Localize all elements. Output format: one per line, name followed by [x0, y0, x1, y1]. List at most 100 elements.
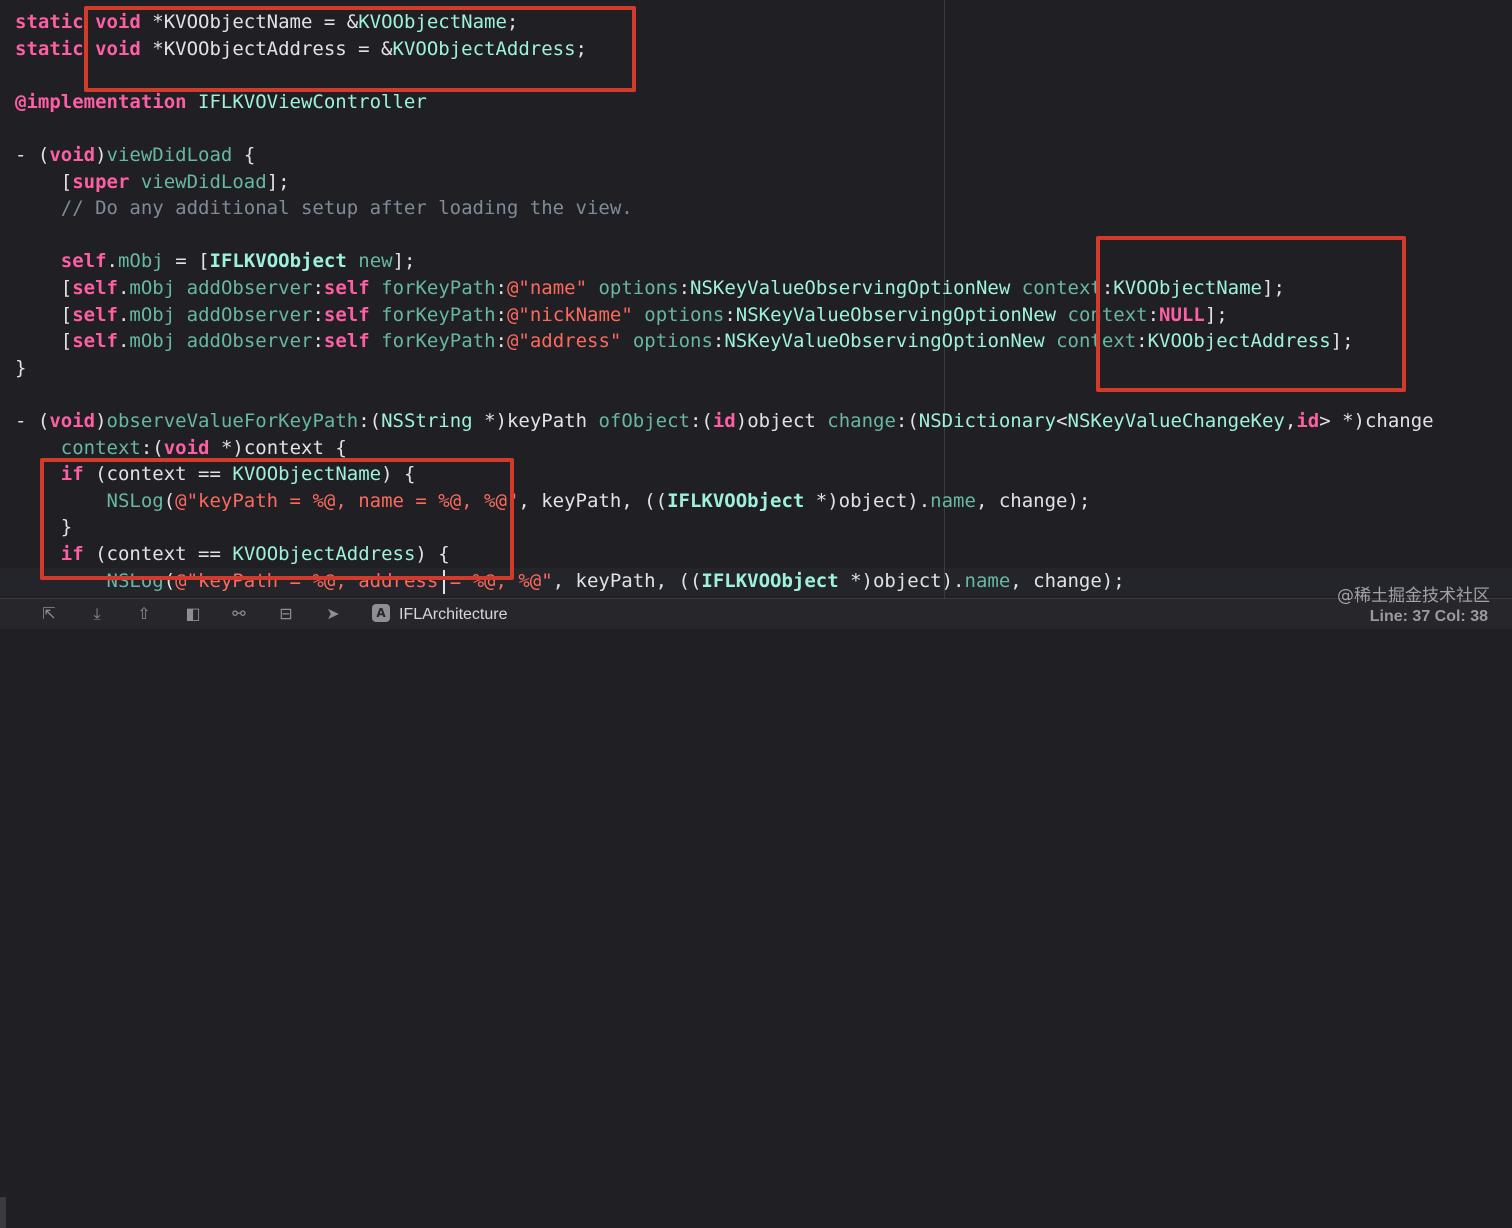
step-into-icon[interactable]: ⇧ [133, 603, 155, 625]
code-token: - ( [15, 144, 50, 166]
code-token: options [598, 277, 679, 299]
code-token: NULL [1159, 303, 1205, 326]
code-token: IFLKVOObject [667, 489, 816, 512]
code-token: *KVOObjectAddress = & [152, 37, 393, 60]
code-line[interactable]: NSLog(@"keyPath = %@, name = %@, %@", ke… [15, 488, 1091, 514]
code-line[interactable]: } [15, 514, 72, 540]
code-token: . [117, 330, 130, 353]
code-token: ofObject [598, 410, 690, 432]
code-token: ) { [415, 543, 450, 565]
code-line[interactable]: // Do any additional setup after loading… [15, 195, 633, 221]
step-over-icon[interactable]: ⤓ [86, 603, 108, 625]
code-token: : [678, 277, 691, 299]
debug-bar: ⇱ ⤓ ⇧ ◧ ⚯ ⊟ ➤ A IFLArchitecture Line: 37… [0, 598, 1512, 1228]
cursor-position: Line: 37 Col: 38 [1369, 608, 1488, 625]
code-token: @"address" [506, 330, 633, 353]
code-token: NSKeyValueObservingOptionNew [735, 303, 1068, 326]
code-token: if [60, 543, 96, 565]
code-line[interactable]: [self.mObj addObserver:self forKeyPath:@… [15, 302, 1228, 328]
code-line[interactable]: static void *KVOObjectAddress = &KVOObje… [15, 36, 587, 62]
code-token: : [312, 330, 324, 353]
code-token: mObj [129, 303, 187, 326]
code-token: *)object). [850, 569, 965, 592]
code-token: [ [15, 303, 73, 326]
code-token: id [712, 410, 736, 432]
code-token: id [1296, 410, 1320, 432]
code-line[interactable]: - (void)observeValueForKeyPath:(NSString… [15, 408, 1434, 434]
breakpoint-continue-icon[interactable]: ⇱ [38, 603, 60, 625]
code-token: (context == [95, 463, 233, 486]
code-token: : [495, 330, 507, 353]
code-token: // Do any additional setup after loading… [15, 197, 633, 220]
code-line[interactable]: if (context == KVOObjectAddress) { [15, 541, 450, 567]
code-token: ; [575, 37, 587, 60]
code-token: : [1101, 277, 1114, 299]
debug-view-hierarchy-icon[interactable]: ◧ [182, 603, 204, 625]
code-token: void [49, 410, 96, 432]
code-token: super [72, 170, 141, 193]
text-caret [443, 570, 445, 594]
code-line[interactable]: NSLog(@"keyPath = %@, address = %@, %@",… [15, 568, 1125, 594]
code-token: NSDictionary [918, 410, 1057, 432]
code-line[interactable]: [self.mObj addObserver:self forKeyPath:@… [15, 328, 1354, 354]
code-line[interactable]: @implementation IFLKVOViewController [15, 89, 427, 115]
code-line[interactable]: [self.mObj addObserver:self forKeyPath:@… [15, 275, 1285, 301]
code-token: :( [140, 436, 164, 459]
code-token: :( [895, 410, 919, 432]
code-token: NSLog [106, 489, 164, 512]
code-token: KVOObjectAddress [232, 543, 416, 565]
code-token: - ( [15, 410, 50, 432]
code-token: ( [163, 489, 176, 512]
environment-overrides-icon[interactable]: ⊟ [275, 603, 297, 625]
code-token: viewDidLoad [106, 144, 233, 166]
code-token: KVOObjectName [232, 463, 382, 486]
debug-area-edge [0, 1197, 6, 1228]
code-line[interactable]: } [15, 355, 26, 381]
code-token: self [72, 277, 118, 299]
code-token: name [964, 569, 1011, 592]
code-token: NSString [381, 410, 485, 432]
code-token: IFLKVOObject [701, 569, 851, 592]
code-editor[interactable]: static void *KVOObjectName = &KVOObjectN… [0, 0, 1512, 598]
code-token: } [15, 516, 73, 539]
code-token: *)object). [815, 489, 931, 512]
code-token: [ [15, 170, 73, 193]
code-line[interactable]: static void *KVOObjectName = &KVOObjectN… [15, 9, 518, 35]
code-token: < [1056, 410, 1068, 432]
project-name[interactable]: IFLArchitecture [399, 604, 507, 626]
code-token: :( [358, 410, 382, 432]
code-token: > *)change [1319, 410, 1434, 432]
code-token: static [15, 37, 96, 60]
code-line[interactable]: context:(void *)context { [15, 435, 347, 461]
code-token: NSKeyValueObservingOptionNew [690, 277, 1022, 299]
code-token: self [323, 330, 382, 353]
code-token: ]; [1330, 330, 1354, 353]
code-token: . [117, 303, 130, 326]
code-token: @implementation [15, 90, 199, 113]
code-token: @"keyPath = %@, name = %@, %@" [175, 489, 519, 512]
app-target-icon: A [372, 604, 390, 622]
code-line[interactable]: if (context == KVOObjectName) { [15, 461, 416, 487]
code-token: context [60, 436, 141, 459]
code-token: : [1136, 330, 1148, 353]
code-line[interactable]: [super viewDidLoad]; [15, 169, 290, 195]
simulate-location-icon[interactable]: ➤ [322, 603, 344, 625]
code-token: mObj [129, 330, 187, 353]
memory-graph-icon[interactable]: ⚯ [228, 603, 250, 625]
code-token: self [323, 303, 382, 326]
code-token: void [49, 144, 96, 166]
code-line[interactable]: - (void)viewDidLoad { [15, 142, 255, 168]
code-token: (context == [95, 543, 233, 565]
code-token: ; [506, 11, 519, 33]
code-token: , keyPath, (( [518, 489, 668, 512]
code-line[interactable]: self.mObj = [IFLKVOObject new]; [15, 248, 416, 274]
code-token: : [1147, 303, 1160, 326]
code-token: ]; [392, 250, 416, 273]
watermark: @稀土掘金技术社区 [1337, 586, 1490, 606]
code-token: viewDidLoad [140, 170, 267, 193]
code-token: void [95, 11, 153, 33]
code-token: mObj [129, 277, 187, 299]
